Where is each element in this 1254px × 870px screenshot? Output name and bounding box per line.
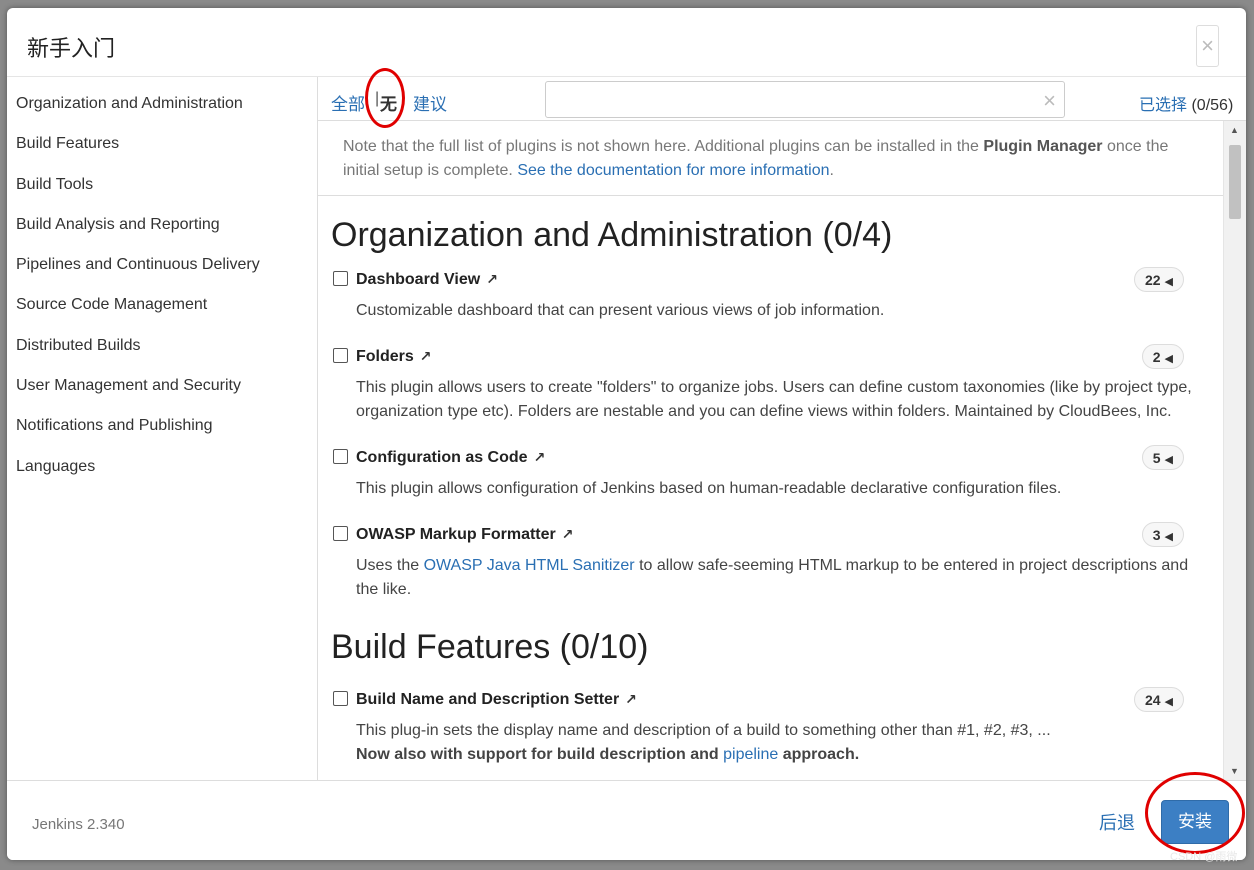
dependency-badge[interactable]: 24 ◀ [1133,687,1184,712]
filter-none-link[interactable]: 无 [380,90,397,115]
filter-suggested-link[interactable]: 建议 [413,90,447,115]
plugin-item-build-name-description-setter: Build Name and Description Setter ↗ 24 ◀ T… [318,687,1223,767]
owasp-sanitizer-link[interactable]: OWASP Java HTML Sanitizer [424,557,635,574]
plugin-manager-term: Plugin Manager [983,138,1103,155]
plugin-checkbox[interactable] [333,348,348,363]
plugin-name[interactable]: Build Name and Description Setter [356,691,619,708]
plugin-item-owasp-markup-formatter: OWASP Markup Formatter ↗ 3 ◀ Uses the OWAS… [318,522,1223,602]
plugin-content: 全部 | 无 建议 × 已选择 (0/56) Note that the ful… [318,77,1246,780]
plugin-toolbar: 全部 | 无 建议 × 已选择 (0/56) [318,77,1246,121]
sidebar-item-build-tools[interactable]: Build Tools [7,165,317,205]
jenkins-version: Jenkins 2.340 [32,816,125,833]
sidebar-item-user-management-security[interactable]: User Management and Security [7,366,317,406]
plugin-name[interactable]: Configuration as Code [356,449,528,466]
selected-label[interactable]: 已选择 [1139,95,1187,114]
sidebar-item-build-features[interactable]: Build Features [7,124,317,164]
plugin-checkbox[interactable] [333,526,348,541]
section-title-build-features: Build Features (0/10) [331,628,649,666]
caret-left-icon: ◀ [1164,696,1173,708]
external-link-icon[interactable]: ↗ [625,691,637,707]
scroll-down-icon[interactable]: ▼ [1230,766,1239,776]
filter-all-link[interactable]: 全部 [331,90,365,115]
plugin-item-dashboard-view: Dashboard View ↗ 22 ◀ Customizable dashboa… [318,267,1223,323]
sidebar-item-source-code-management[interactable]: Source Code Management [7,285,317,325]
vertical-scrollbar[interactable]: ▲ ▼ [1223,121,1246,780]
plugin-list[interactable]: Note that the full list of plugins is no… [318,121,1223,780]
plugin-checkbox[interactable] [333,691,348,706]
clear-search-icon[interactable]: × [1043,90,1056,112]
close-button[interactable]: × [1196,25,1219,67]
plugin-description: This plugin allows configuration of Jenk… [356,480,1062,497]
caret-left-icon: ◀ [1164,276,1173,288]
scroll-up-icon[interactable]: ▲ [1230,125,1239,135]
plugin-name[interactable]: OWASP Markup Formatter [356,526,556,543]
watermark: CSDN @雨微 [1170,851,1238,863]
plugin-description: Customizable dashboard that can present … [356,302,885,319]
setup-wizard-dialog: 新手入门 × Organization and Administration B… [7,8,1246,860]
external-link-icon[interactable]: ↗ [486,271,498,287]
dialog-header: 新手入门 × [7,8,1246,77]
dependency-badge[interactable]: 3 ◀ [1141,522,1184,547]
sidebar-item-languages[interactable]: Languages [7,447,317,487]
filter-separator: | [375,90,380,107]
dependency-badge[interactable]: 2 ◀ [1141,344,1184,369]
plugin-description: Uses the OWASP Java HTML Sanitizer to al… [356,557,1189,598]
sidebar-item-organization-administration[interactable]: Organization and Administration [7,84,317,124]
sidebar-item-pipelines-continuous-delivery[interactable]: Pipelines and Continuous Delivery [7,245,317,285]
sidebar-item-distributed-builds[interactable]: Distributed Builds [7,326,317,366]
back-button[interactable]: 后退 [1099,809,1135,835]
sidebar-item-build-analysis-reporting[interactable]: Build Analysis and Reporting [7,205,317,245]
plugin-checkbox[interactable] [333,449,348,464]
plugin-item-configuration-as-code: Configuration as Code ↗ 5 ◀ This plugin al… [318,445,1223,501]
install-button[interactable]: 安装 [1161,800,1229,844]
plugin-description: This plugin allows users to create "fold… [356,379,1192,420]
selected-count-value: (0/56) [1191,97,1234,114]
caret-left-icon: ◀ [1164,353,1173,365]
plugin-description: This plug-in sets the display name and d… [356,722,1051,763]
selected-count[interactable]: 已选择 (0/56) [1139,91,1233,115]
plugin-search-input[interactable]: × [545,81,1065,118]
caret-left-icon: ◀ [1164,454,1173,466]
external-link-icon[interactable]: ↗ [420,348,432,364]
plugin-name[interactable]: Folders [356,348,414,365]
pipeline-link[interactable]: pipeline [723,746,778,763]
external-link-icon[interactable]: ↗ [534,449,546,465]
sidebar-item-notifications-publishing[interactable]: Notifications and Publishing [7,406,317,446]
scrollbar-thumb[interactable] [1229,145,1241,219]
dependency-badge[interactable]: 5 ◀ [1141,445,1184,470]
plugin-name[interactable]: Dashboard View [356,271,480,288]
dialog-footer: Jenkins 2.340 后退 安装 [7,780,1246,860]
plugin-item-folders: Folders ↗ 2 ◀ This plugin allows users to … [318,344,1223,424]
category-sidebar: Organization and Administration Build Fe… [7,77,318,780]
plugin-checkbox[interactable] [333,271,348,286]
external-link-icon[interactable]: ↗ [562,526,574,542]
caret-left-icon: ◀ [1164,531,1173,543]
dependency-badge[interactable]: 22 ◀ [1133,267,1184,292]
plugin-manager-note: Note that the full list of plugins is no… [318,121,1223,196]
section-title-organization: Organization and Administration (0/4) [331,216,893,254]
dialog-title: 新手入门 [27,37,116,62]
documentation-link[interactable]: See the documentation for more informati… [517,162,829,179]
